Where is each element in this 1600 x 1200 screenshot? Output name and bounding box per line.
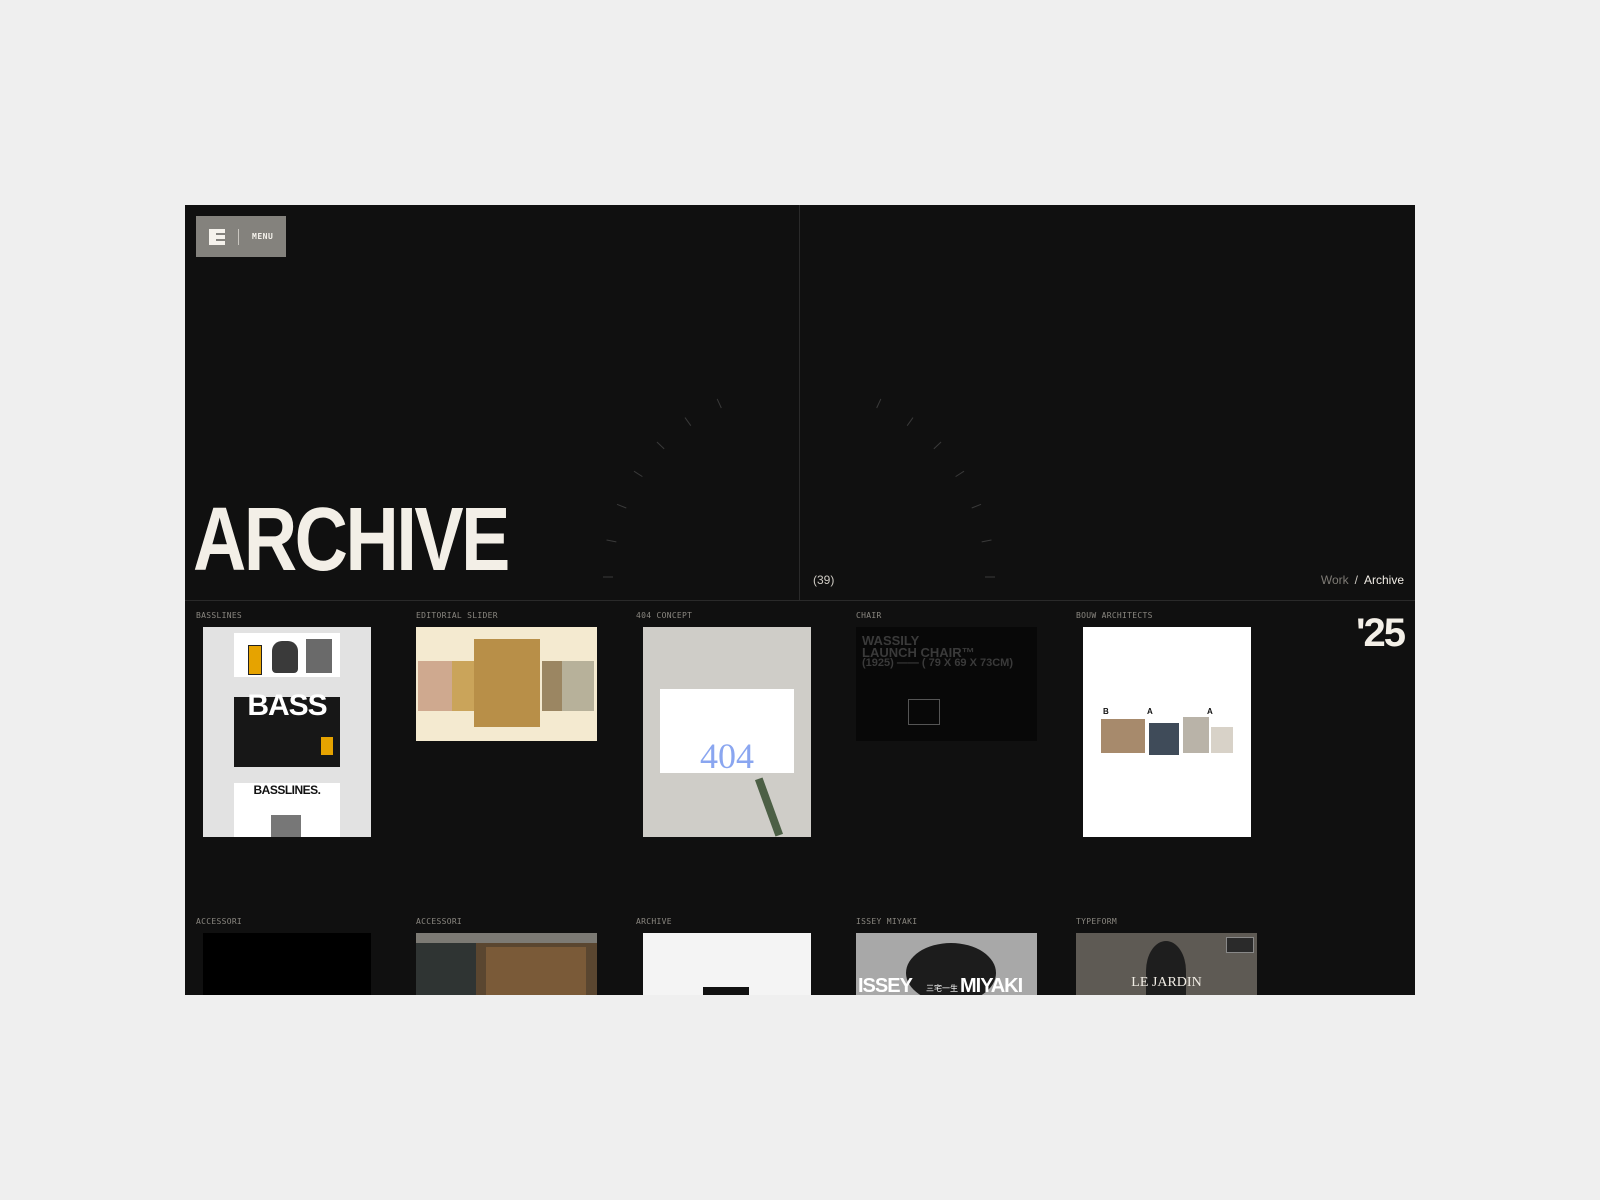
project-card-chair[interactable]: CHAIR WASSILY LAUNCH CHAIR™ (1925) —— ( …: [856, 611, 1066, 846]
dial-tick: [716, 398, 722, 409]
project-label: EDITORIAL SLIDER: [416, 611, 498, 620]
project-count: (39): [813, 573, 835, 587]
breadcrumb: Work / Archive: [1321, 573, 1404, 587]
project-thumbnail: B A A: [1083, 627, 1251, 837]
dial-tick: [906, 417, 914, 426]
project-label: ACCESSORI: [416, 917, 463, 926]
page-title: ARCHIVE: [193, 490, 510, 590]
project-thumbnail: [203, 933, 371, 995]
project-label: ACCESSORI: [196, 917, 243, 926]
project-label: ISSEY MIYAKI: [856, 917, 918, 926]
dial-tick: [933, 441, 942, 450]
project-card-accessori-1[interactable]: ACCESSORI: [196, 917, 406, 995]
project-thumbnail: ISSEY 三宅一生 MIYAKI: [856, 933, 1037, 995]
thumbnail-text: LE JARDIN: [1131, 975, 1202, 990]
dial-tick: [981, 539, 992, 543]
project-label: CHAIR: [856, 611, 882, 620]
dial-tick: [971, 503, 982, 509]
thumbnail-text: (1925) —— ( 79 X 69 X 73CM): [862, 657, 1014, 669]
project-label: ARCHIVE: [636, 917, 672, 926]
thumbnail-text: A: [1207, 707, 1213, 716]
grid-divider-horizontal: [185, 600, 1415, 601]
project-thumbnail: 404: [643, 627, 811, 837]
project-card-typeform[interactable]: TYPEFORM LE JARDIN: [1076, 917, 1286, 995]
breadcrumb-work-link[interactable]: Work: [1321, 573, 1349, 587]
project-thumbnail: [643, 933, 811, 995]
thumbnail-text: BASSLINES.: [253, 783, 321, 797]
project-card-bouw-architects[interactable]: BOUW ARCHITECTS B A A: [1076, 611, 1286, 846]
project-label: BOUW ARCHITECTS: [1076, 611, 1153, 620]
project-thumbnail: [416, 933, 597, 995]
project-card-basslines[interactable]: BASSLINES BASS BASSLINES.: [196, 611, 406, 846]
project-thumbnail: LE JARDIN: [1076, 933, 1257, 995]
project-label: BASSLINES: [196, 611, 243, 620]
dial-tick: [606, 539, 617, 543]
project-label: 404 CONCEPT: [636, 611, 693, 620]
thumbnail-text: 三宅一生: [926, 984, 958, 993]
breadcrumb-current: Archive: [1363, 573, 1404, 587]
thumbnail-text: A: [1147, 707, 1153, 716]
project-thumbnail: BASS BASSLINES.: [203, 627, 371, 837]
year-marker: '25: [1355, 611, 1406, 655]
project-card-issey-miyaki[interactable]: ISSEY MIYAKI ISSEY 三宅一生 MIYAKI: [856, 917, 1066, 995]
thumbnail-text: B: [1103, 707, 1109, 716]
project-thumbnail: WASSILY LAUNCH CHAIR™ (1925) —— ( 79 X 6…: [856, 627, 1037, 741]
breadcrumb-separator: /: [1354, 573, 1358, 587]
dial-tick: [633, 470, 643, 478]
project-card-archive[interactable]: ARCHIVE: [636, 917, 846, 995]
dial-tick: [955, 470, 965, 478]
project-card-editorial-slider[interactable]: EDITORIAL SLIDER: [416, 611, 626, 846]
project-label: TYPEFORM: [1076, 917, 1117, 926]
dial-tick: [616, 503, 627, 509]
thumbnail-text: MIYAKI: [960, 975, 1023, 995]
project-thumbnail: [416, 627, 597, 741]
thumbnail-text: BASS: [247, 689, 327, 722]
dial-tick: [656, 441, 665, 450]
project-card-accessori-2[interactable]: ACCESSORI: [416, 917, 626, 995]
project-card-404-concept[interactable]: 404 CONCEPT 404: [636, 611, 846, 846]
dial-tick: [684, 417, 692, 426]
thumbnail-text: 404: [700, 736, 754, 776]
thumbnail-text: ISSEY: [858, 975, 913, 995]
archive-window: MENU ARCHIVE (39) Work / Archive '25 BASSL…: [185, 205, 1415, 995]
dial-tick: [876, 398, 882, 409]
